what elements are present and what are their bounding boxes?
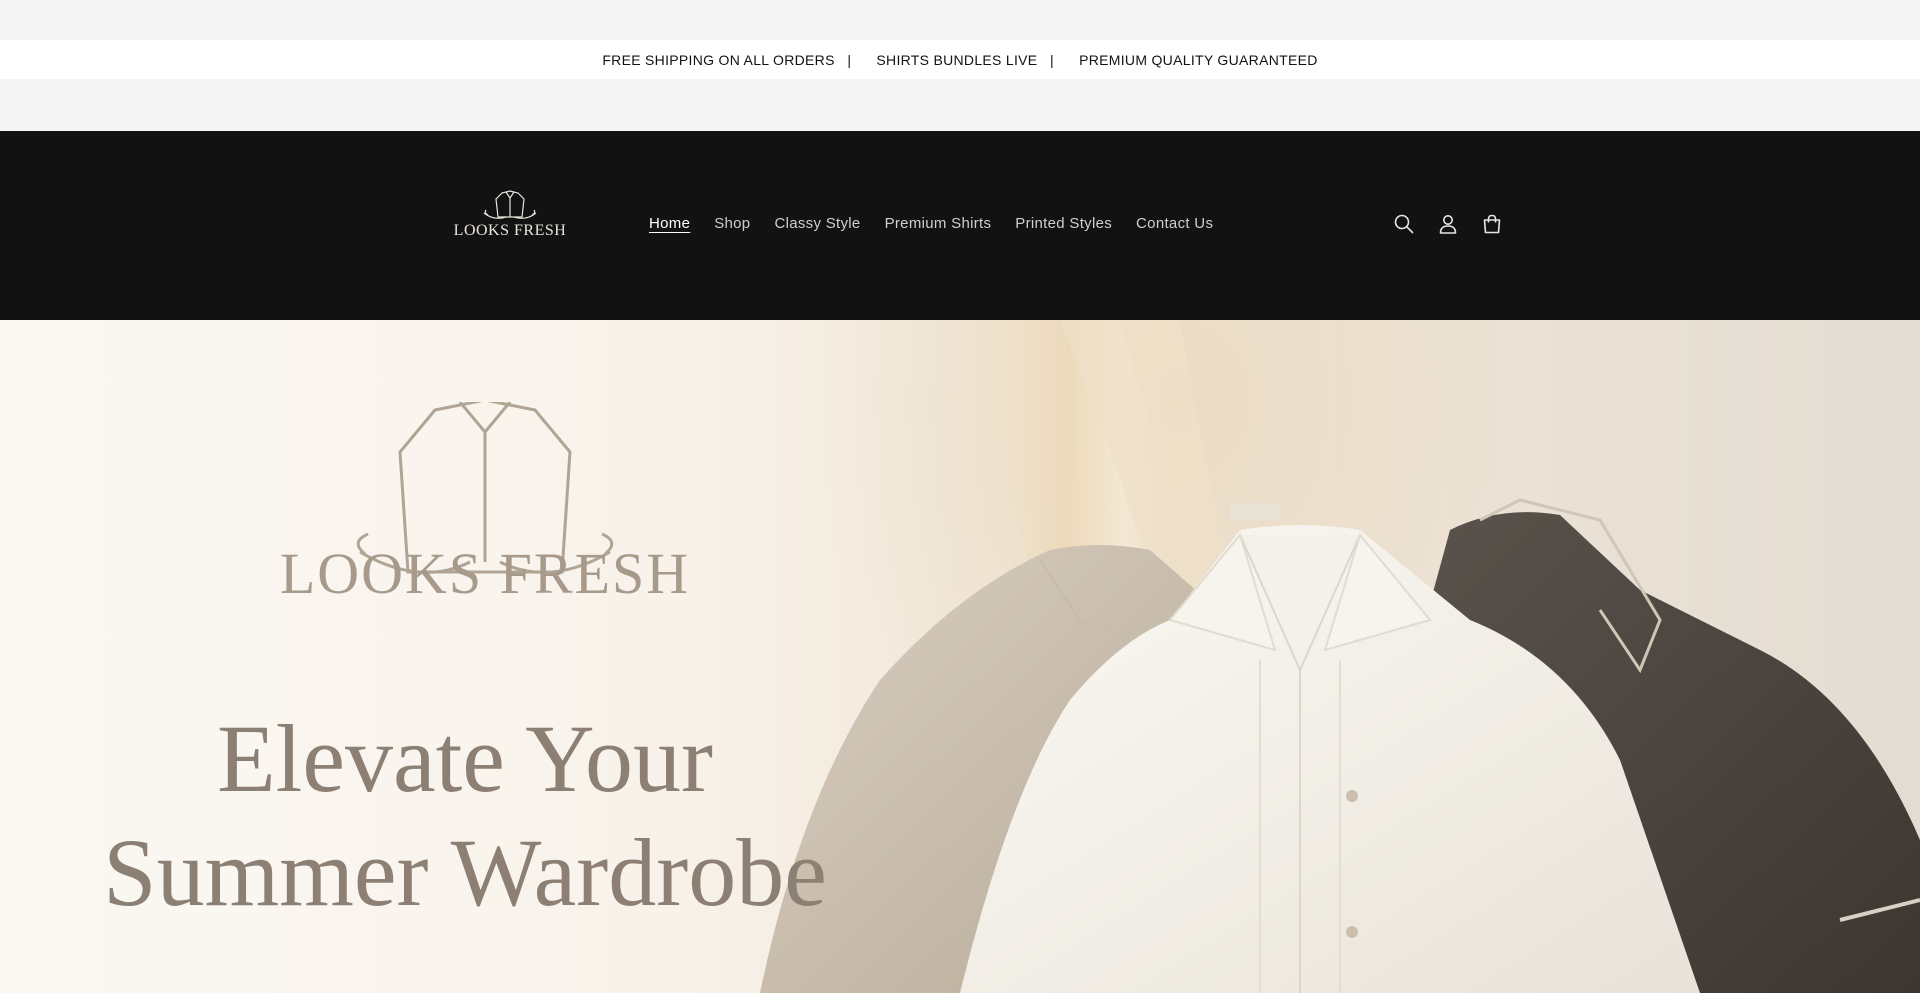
main-nav: Home Shop Classy Style Premium Shirts Pr… — [649, 215, 1237, 232]
site-header: LOOKS FRESH Home Shop Classy Style Premi… — [0, 131, 1920, 320]
announcement-separator: | — [1050, 51, 1054, 68]
announcement-separator: | — [847, 51, 852, 68]
hero-heading-line-1: Elevate Your — [217, 705, 713, 812]
hero-banner: LOOKS FRESH Elevate Your Summer Wardrobe — [0, 320, 1920, 993]
cart-button[interactable] — [1477, 209, 1507, 239]
top-spacer — [0, 0, 1920, 40]
announcement-bar: FREE SHIPPING ON ALL ORDERS | SHIRTS BUN… — [0, 40, 1920, 79]
hero-heading-line-2: Summer Wardrobe — [103, 819, 827, 926]
nav-premium-shirts[interactable]: Premium Shirts — [885, 215, 992, 232]
nav-shop[interactable]: Shop — [714, 215, 750, 232]
logo-text: LOOKS FRESH — [453, 222, 567, 239]
nav-contact-us[interactable]: Contact Us — [1136, 215, 1213, 232]
nav-classy-style[interactable]: Classy Style — [774, 215, 860, 232]
search-button[interactable] — [1389, 209, 1419, 239]
announcement-item: SHIRTS BUNDLES LIVE — [876, 51, 1038, 68]
hero-brand-text: LOOKS FRESH — [279, 541, 691, 606]
account-icon — [1439, 215, 1457, 234]
account-button[interactable] — [1433, 209, 1463, 239]
nav-home[interactable]: Home — [649, 215, 690, 232]
header-spacer — [0, 79, 1920, 131]
site-logo[interactable]: LOOKS FRESH — [452, 189, 568, 245]
cart-icon — [1483, 214, 1501, 234]
nav-printed-styles[interactable]: Printed Styles — [1015, 215, 1112, 232]
shirt-logo-icon — [483, 190, 537, 219]
search-icon — [1394, 214, 1414, 234]
announcement-item: FREE SHIPPING ON ALL ORDERS — [602, 51, 835, 68]
announcement-item: PREMIUM QUALITY GUARANTEED — [1079, 51, 1318, 68]
hero-heading: Elevate Your Summer Wardrobe — [0, 702, 930, 930]
